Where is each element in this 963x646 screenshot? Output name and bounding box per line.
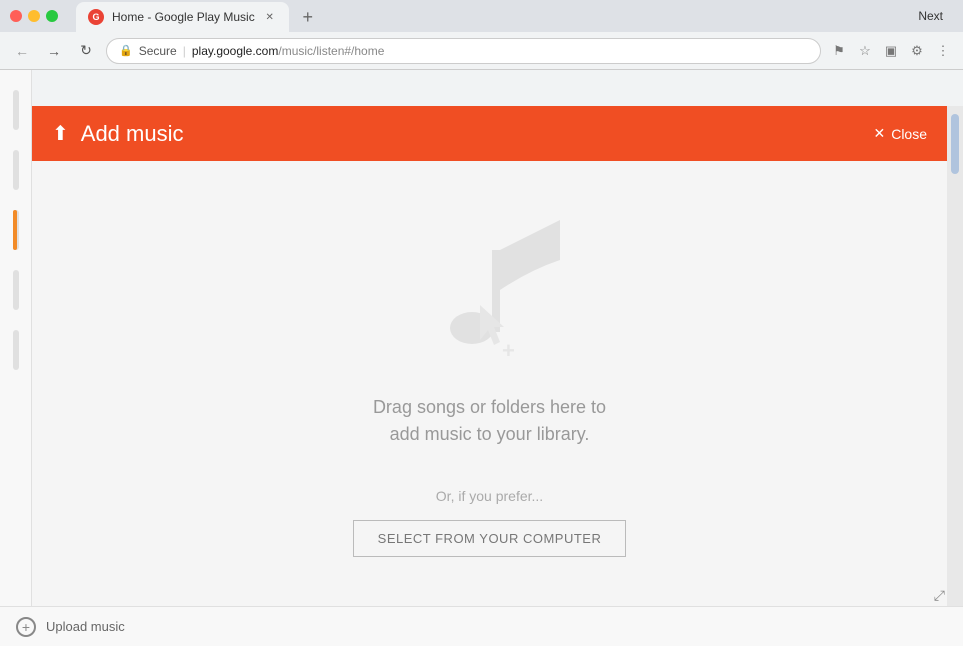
extension-icon[interactable]: ⚙: [907, 41, 927, 61]
secure-icon: 🔒: [119, 44, 133, 57]
add-music-modal: ⬆ Add music ✕ Close: [32, 106, 947, 606]
traffic-lights: [10, 10, 58, 22]
sidebar-active-indicator: [13, 210, 17, 250]
modal-body: + Drag songs or folders here to add musi…: [32, 161, 947, 606]
sidebar-item-5: [13, 330, 19, 370]
maximize-window-button[interactable]: [46, 10, 58, 22]
tab-favicon: G: [88, 9, 104, 25]
scrollbar-thumb[interactable]: [951, 114, 959, 174]
url-separator: |: [183, 44, 186, 58]
bookmark-icon[interactable]: ☆: [855, 41, 875, 61]
url-secure-label: Secure: [139, 44, 177, 58]
or-text: Or, if you prefer...: [436, 488, 543, 504]
sidebar-item-4: [13, 270, 19, 310]
drag-text: Drag songs or folders here to add music …: [373, 394, 606, 448]
cast-icon[interactable]: ▣: [881, 41, 901, 61]
upload-music-label: Upload music: [46, 619, 125, 634]
music-icon-container: +: [420, 210, 560, 370]
bottom-bar: + Upload music ⤢: [0, 606, 963, 646]
modal-title: Add music: [81, 121, 184, 147]
sidebar-item-1: [13, 90, 19, 130]
select-from-computer-button[interactable]: SELECT FROM YOUR COMPUTER: [353, 520, 627, 557]
flag-icon[interactable]: ⚑: [829, 41, 849, 61]
tab-close-button[interactable]: ✕: [263, 10, 277, 24]
drag-text-line2: add music to your library.: [373, 421, 606, 448]
minimize-window-button[interactable]: [28, 10, 40, 22]
add-music-plus-button[interactable]: +: [16, 617, 36, 637]
back-button[interactable]: ←: [10, 39, 34, 63]
modal-header: ⬆ Add music ✕ Close: [32, 106, 947, 161]
tab-title: Home - Google Play Music: [112, 10, 255, 24]
url-bar[interactable]: 🔒 Secure | play.google.com/music/listen#…: [106, 38, 821, 64]
sidebar: [0, 70, 32, 610]
next-button[interactable]: Next: [918, 9, 943, 23]
close-button[interactable]: ✕ Close: [873, 125, 927, 142]
menu-icon[interactable]: ⋮: [933, 41, 953, 61]
sidebar-item-3: [13, 210, 19, 250]
title-bar: G Home - Google Play Music ✕ + Next: [0, 0, 963, 32]
new-tab-button[interactable]: +: [293, 2, 323, 32]
close-x-icon: ✕: [873, 125, 885, 142]
address-bar: ← → ↻ 🔒 Secure | play.google.com/music/l…: [0, 32, 963, 70]
expand-icon[interactable]: ⤢: [934, 587, 945, 604]
svg-text:+: +: [502, 338, 515, 363]
url-domain: play.google.com/music/listen#/home: [192, 44, 385, 58]
drag-text-line1: Drag songs or folders here to: [373, 394, 606, 421]
upload-icon: ⬆: [52, 121, 69, 146]
browser-tab[interactable]: G Home - Google Play Music ✕: [76, 2, 289, 32]
sidebar-item-2: [13, 150, 19, 190]
main-area: ⬆ Add music ✕ Close: [0, 70, 963, 610]
scrollbar-track[interactable]: [947, 106, 963, 606]
address-bar-actions: ⚑ ☆ ▣ ⚙ ⋮: [829, 41, 953, 61]
music-note-icon: +: [420, 210, 560, 370]
refresh-button[interactable]: ↻: [74, 39, 98, 63]
close-label: Close: [891, 126, 927, 142]
forward-button[interactable]: →: [42, 39, 66, 63]
close-window-button[interactable]: [10, 10, 22, 22]
